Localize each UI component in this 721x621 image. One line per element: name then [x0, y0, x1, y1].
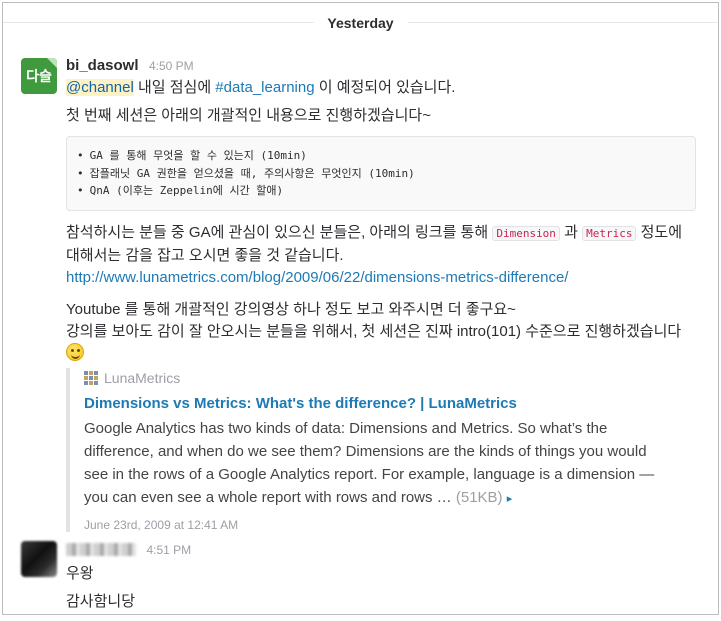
message-line: 감사함니당 [66, 593, 136, 610]
url-link[interactable]: http://www.lunametrics.com/blog/2009/06/… [66, 269, 568, 286]
sender-name[interactable]: bi_dasowl [66, 57, 139, 74]
attachment-description: Google Analytics has two kinds of data: … [84, 417, 666, 511]
avatar-fold [47, 58, 57, 68]
message-paragraph: 참석하시는 분들 중 GA에 관심이 있으신 분들은, 아래의 링크를 통해 D… [66, 222, 696, 289]
inline-code-dimension: Dimension [492, 225, 560, 241]
channel-mention[interactable]: @channel [66, 79, 134, 96]
attachment-footer: June 23rd, 2009 at 12:41 AM [84, 518, 239, 532]
avatar[interactable] [21, 541, 57, 577]
day-divider: Yesterday [3, 13, 718, 35]
inline-code-metrics: Metrics [582, 225, 637, 241]
attachment-title-link[interactable]: Dimensions vs Metrics: What's the differ… [84, 393, 666, 415]
message-line: 첫 번째 세션은 아래의 개괄적인 내용으로 진행하겠습니다~ [66, 107, 431, 124]
message-text: 이 예정되어 있습니다. [314, 79, 456, 96]
attachment-size: (51KB) [455, 489, 503, 506]
avatar[interactable]: 다슬 [21, 58, 57, 94]
sender-name-redacted[interactable] [66, 543, 136, 556]
timestamp[interactable]: 4:50 PM [149, 59, 194, 73]
code-item: GA 를 통해 무엇을 할 수 있는지 (10min) [77, 147, 685, 165]
message: 4:51 PM 우왕 감사함니당 [66, 539, 696, 613]
service-name: LunaMetrics [104, 370, 181, 386]
message-text: 강의를 보아도 감이 잘 안오시는 분들을 위해서, 첫 세션은 진짜 intr… [66, 321, 696, 365]
message-pane: Yesterday 다슬 bi_dasowl 4:50 PM @channel … [2, 2, 719, 615]
avatar-text: 다슬 [26, 68, 52, 84]
code-block: GA 를 통해 무엇을 할 수 있는지 (10min) 잡플래닛 GA 권한을 … [66, 136, 696, 211]
code-item: QnA (이후는 Zeppelin에 시간 할애) [77, 182, 685, 200]
day-divider-label: Yesterday [313, 13, 408, 33]
link-attachment: LunaMetrics Dimensions vs Metrics: What'… [66, 368, 666, 532]
message-text: 과 [559, 223, 583, 241]
message-text-span: 강의를 보아도 감이 잘 안오시는 분들을 위해서, 첫 세션은 진짜 intr… [66, 322, 682, 340]
attachment-service: LunaMetrics [84, 368, 666, 388]
message-text: Youtube 를 통해 개괄적인 강의영상 하나 정도 보고 와주시면 더 좋… [66, 300, 516, 318]
message-paragraph: Youtube 를 통해 개괄적인 강의영상 하나 정도 보고 와주시면 더 좋… [66, 299, 696, 365]
timestamp[interactable]: 4:51 PM [146, 543, 191, 557]
expand-arrow-icon[interactable]: ▸ [507, 493, 513, 505]
message-text: 참석하시는 분들 중 GA에 관심이 있으신 분들은, 아래의 링크를 통해 [66, 223, 493, 241]
message-line: @channel 내일 점심에 #data_learning 이 예정되어 있습… [66, 77, 696, 99]
lunametrics-logo-icon [84, 371, 98, 385]
description-text: Google Analytics has two kinds of data: … [84, 420, 655, 506]
channel-link[interactable]: #data_learning [215, 79, 314, 96]
code-item: 잡플래닛 GA 권한을 얻으셨을 때, 주의사항은 무엇인지 (10min) [77, 165, 685, 183]
slightly-smiling-face-icon [66, 342, 84, 361]
message-line: 우왕 [66, 565, 94, 582]
message: bi_dasowl 4:50 PM @channel 내일 점심에 #data_… [66, 55, 696, 365]
message-text: 내일 점심에 [133, 79, 216, 96]
